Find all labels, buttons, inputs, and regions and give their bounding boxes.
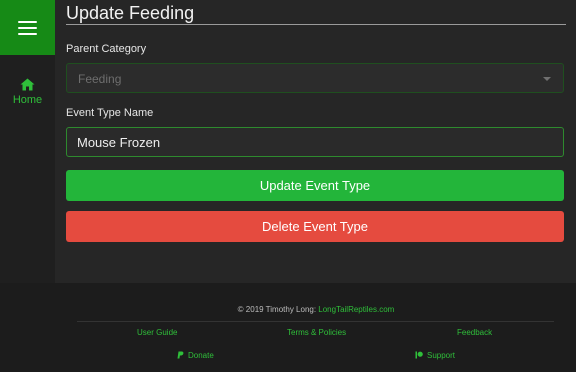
main-content: Update Feeding Parent Category Feeding E… — [55, 0, 576, 283]
user-guide-link[interactable]: User Guide — [137, 328, 177, 337]
home-icon — [20, 78, 35, 91]
event-type-name-input[interactable] — [66, 127, 564, 157]
parent-category-label: Parent Category — [66, 43, 147, 55]
support-link[interactable]: Support — [415, 351, 455, 360]
parent-category-select[interactable]: Feeding — [66, 63, 564, 93]
terms-policies-link[interactable]: Terms & Policies — [287, 328, 346, 337]
page-title: Update Feeding — [66, 3, 566, 25]
patreon-icon — [415, 351, 423, 359]
sidebar-item-label: Home — [12, 94, 43, 106]
event-type-name-label: Event Type Name — [66, 107, 154, 119]
parent-category-value: Feeding — [78, 72, 122, 86]
hamburger-icon — [18, 20, 37, 23]
sidebar-item-home[interactable]: Home — [0, 78, 55, 106]
chevron-down-icon — [543, 77, 551, 81]
footer-divider — [77, 321, 554, 322]
hamburger-menu-button[interactable] — [0, 0, 55, 55]
sidebar: Home — [0, 0, 55, 283]
delete-event-type-button[interactable]: Delete Event Type — [66, 211, 564, 242]
feedback-link[interactable]: Feedback — [457, 328, 492, 337]
copyright-text: © 2019 Timothy Long: LongTailReptiles.co… — [237, 305, 395, 314]
update-event-type-button[interactable]: Update Event Type — [66, 170, 564, 201]
footer: © 2019 Timothy Long: LongTailReptiles.co… — [0, 283, 576, 372]
paypal-icon — [177, 351, 184, 359]
site-link[interactable]: LongTailReptiles.com — [318, 305, 394, 314]
donate-link[interactable]: Donate — [177, 351, 214, 360]
